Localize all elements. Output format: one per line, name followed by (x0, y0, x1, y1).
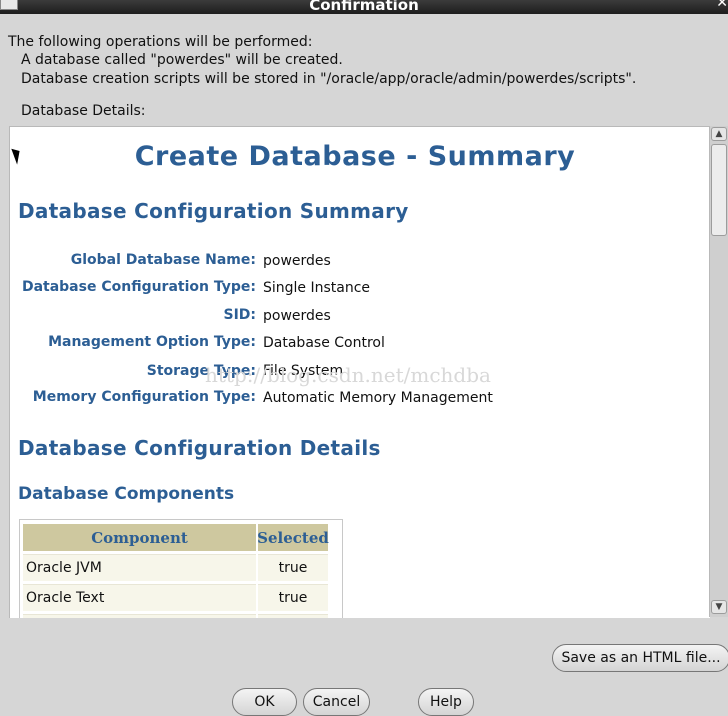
field-label-management-option: Management Option Type: (48, 334, 256, 350)
component-name-cell: Oracle JVM (23, 554, 256, 581)
summary-title: Create Database - Summary (134, 141, 576, 172)
table-row: Oracle JVM true (23, 554, 339, 581)
field-label-global-db-name: Global Database Name: (70, 252, 256, 268)
component-name-cell (23, 614, 256, 618)
field-label-memory-config: Memory Configuration Type: (32, 389, 256, 405)
field-value-sid: powerdes (263, 308, 331, 324)
vertical-scrollbar[interactable]: ▲ ▼ (709, 126, 728, 617)
field-value-management-option: Database Control (263, 335, 385, 351)
config-details-heading: Database Configuration Details (18, 436, 381, 460)
table-row: Oracle Text true (23, 584, 339, 611)
window-title: Confirmation (309, 0, 419, 14)
intro-line-1: The following operations will be perform… (8, 34, 313, 50)
scroll-up-arrow-icon[interactable]: ▲ (711, 127, 727, 141)
database-details-label: Database Details: (21, 103, 146, 119)
summary-panel[interactable]: Create Database - Summary Database Confi… (9, 126, 710, 618)
scroll-down-arrow-icon[interactable]: ▼ (711, 600, 727, 614)
column-header-component: Component (23, 524, 256, 551)
field-label-config-type: Database Configuration Type: (21, 279, 256, 295)
watermark: http://blog.csdn.net/mchdba (205, 363, 491, 387)
column-header-selected: Selected (257, 524, 329, 551)
table-header-row: Component Selected (23, 524, 339, 551)
field-value-config-type: Single Instance (263, 280, 371, 296)
component-name-cell: Oracle Text (23, 584, 256, 611)
field-label-sid: SID: (223, 307, 256, 323)
save-as-html-button[interactable]: Save as an HTML file... (552, 644, 728, 672)
ok-button[interactable]: OK (232, 688, 297, 716)
close-icon[interactable]: ✕ (716, 0, 728, 11)
field-value-memory-config: Automatic Memory Management (263, 390, 493, 406)
confirmation-dialog: Confirmation ✕ The following operations … (0, 0, 728, 716)
components-heading: Database Components (18, 484, 235, 504)
scrollbar-thumb[interactable] (711, 144, 727, 236)
cancel-button[interactable]: Cancel (303, 688, 370, 716)
field-value-global-db-name: powerdes (263, 253, 331, 269)
intro-line-3: Database creation scripts will be stored… (21, 71, 637, 87)
title-bar: Confirmation ✕ (0, 0, 728, 14)
config-summary-heading: Database Configuration Summary (18, 199, 409, 223)
component-selected-cell: true (258, 584, 328, 611)
components-table: Component Selected Oracle JVM true Oracl… (19, 519, 343, 618)
table-row (23, 614, 339, 618)
intro-line-2: A database called "powerdes" will be cre… (21, 52, 343, 68)
help-button[interactable]: Help (418, 688, 474, 716)
component-selected-cell (258, 614, 328, 618)
component-selected-cell: true (258, 554, 328, 581)
